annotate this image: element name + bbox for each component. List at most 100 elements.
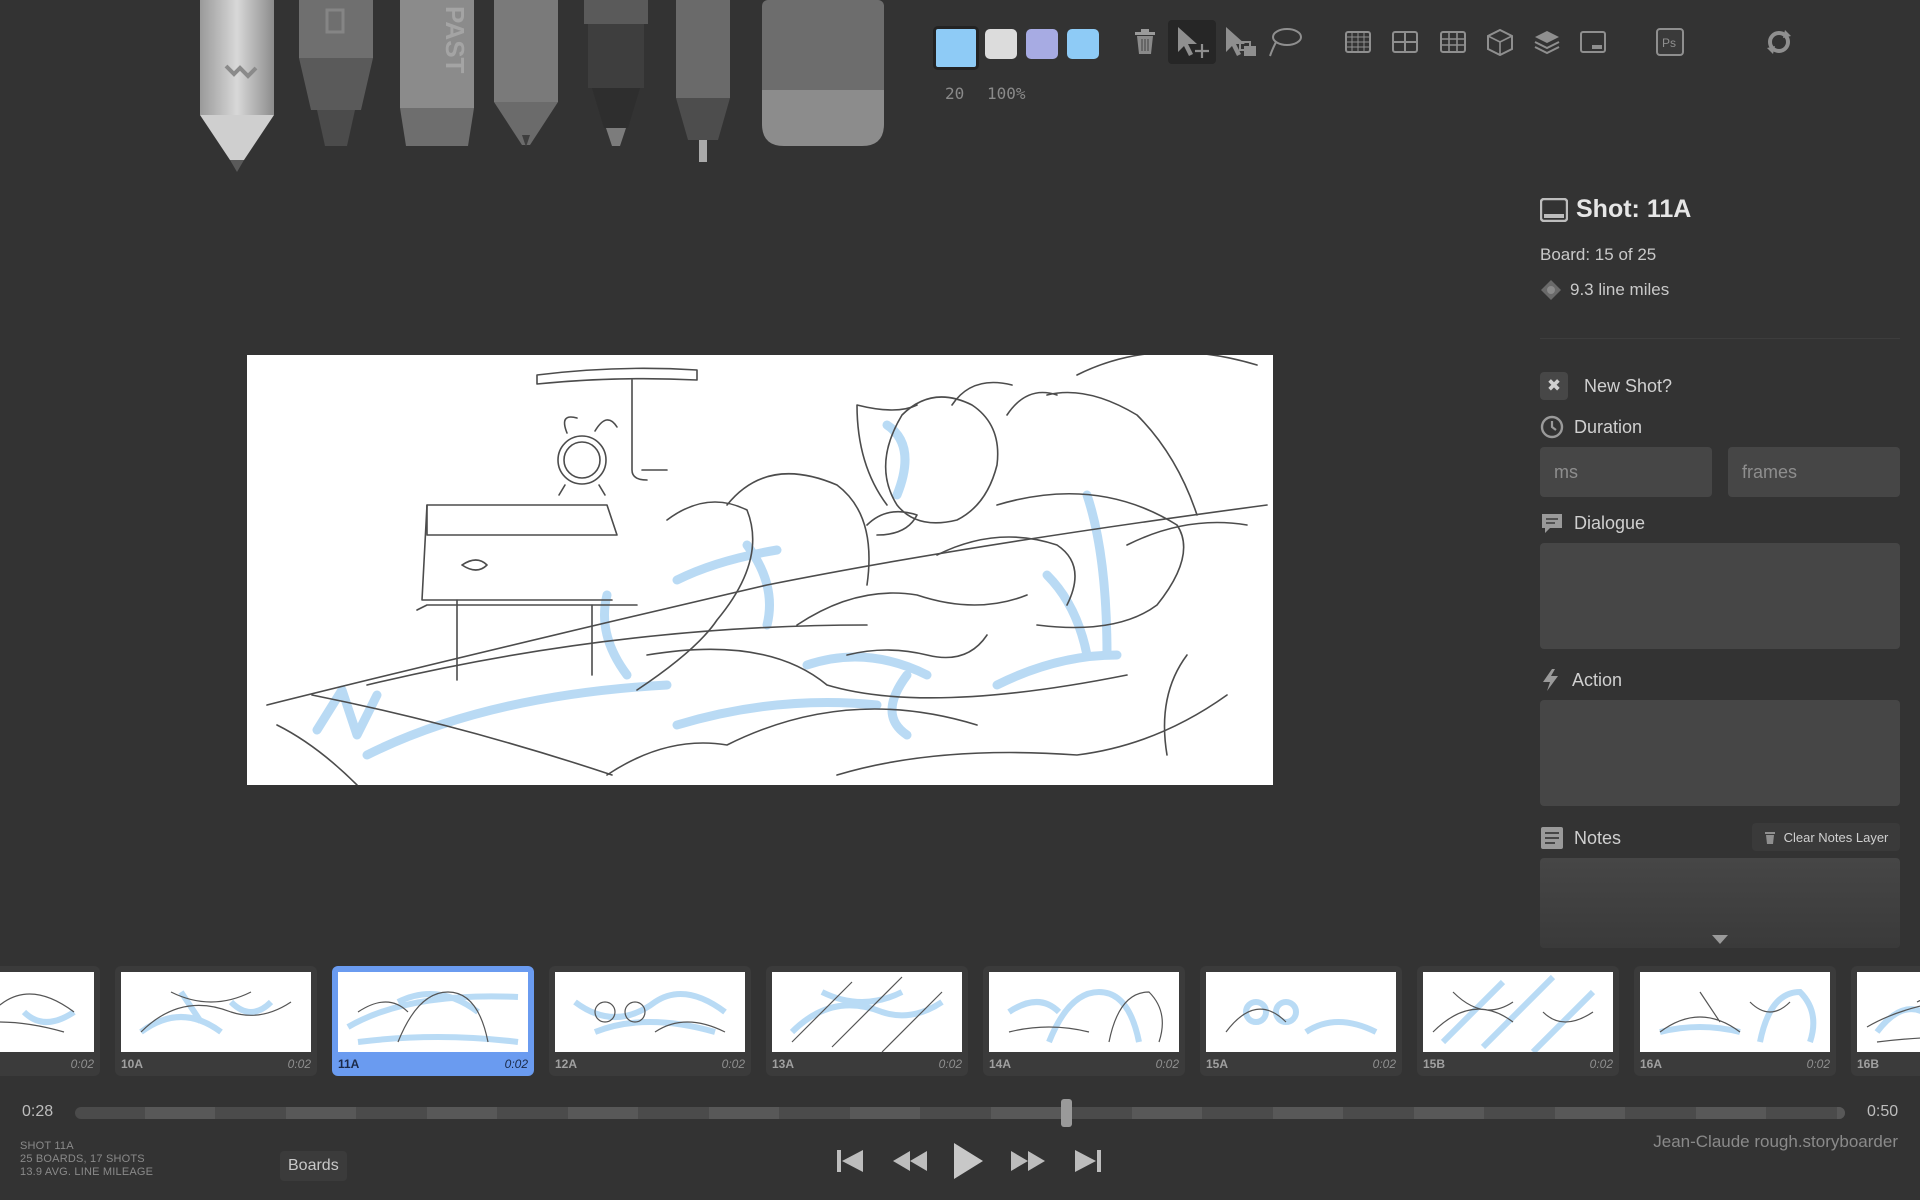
- marker-tool[interactable]: [297, 0, 377, 150]
- speech-bubble-icon: [1542, 514, 1562, 533]
- status-shot: SHOT 11A: [20, 1140, 74, 1152]
- thumbnail-label: 14A: [989, 1057, 1012, 1071]
- thumbnail-image: [1640, 972, 1830, 1052]
- thumbnail-image: [338, 972, 528, 1052]
- timeline-scrubber[interactable]: [75, 1107, 1845, 1119]
- panel-divider: [1540, 338, 1900, 339]
- board-thumbnail[interactable]: 0:02: [0, 966, 100, 1076]
- clock-icon: [1540, 415, 1564, 439]
- swatch-sky-blue[interactable]: [1067, 29, 1099, 59]
- board-thumbnail[interactable]: 16A 0:02: [1634, 966, 1836, 1076]
- lasso-icon[interactable]: [1265, 22, 1305, 62]
- timeline-board-segment: [1555, 1107, 1625, 1119]
- swatch-lavender[interactable]: [1026, 29, 1058, 59]
- perspective-cube-icon[interactable]: [1483, 25, 1517, 59]
- thumbnail-duration: 0:02: [721, 1057, 745, 1071]
- board-thumbnail[interactable]: 15B 0:02: [1417, 966, 1619, 1076]
- thumbnail-label: 12A: [555, 1057, 578, 1071]
- refresh-icon[interactable]: [1762, 25, 1796, 59]
- move-select-icon[interactable]: [1168, 20, 1216, 64]
- thumbnail-label: 11A: [338, 1057, 360, 1071]
- new-shot-label: New Shot?: [1584, 375, 1673, 396]
- duration-ms-input[interactable]: [1540, 447, 1712, 497]
- duration-frames-input[interactable]: [1728, 447, 1900, 497]
- shot-title-text: Shot: 11A: [1576, 195, 1692, 223]
- line-miles-icon: [1541, 280, 1561, 300]
- timeline-board-segment: [1414, 1107, 1484, 1119]
- current-time: 0:28: [22, 1103, 54, 1120]
- action-textarea[interactable]: [1540, 700, 1900, 806]
- clear-notes-layer-button[interactable]: Clear Notes Layer: [1752, 823, 1900, 851]
- board-thumbnail[interactable]: 10A 0:02: [115, 966, 317, 1076]
- duration-label-text: Duration: [1574, 416, 1643, 437]
- onion-skin-layers-icon[interactable]: [1530, 25, 1564, 59]
- board-thumbnail[interactable]: 15A 0:02: [1200, 966, 1402, 1076]
- timeline-playhead[interactable]: [1061, 1099, 1073, 1127]
- notes-label: Notes: [1540, 826, 1621, 850]
- shot-details-panel: Shot: 11A Board: 15 of 25 9.3 line miles…: [1540, 195, 1900, 955]
- timeline-board-segment: [709, 1107, 779, 1119]
- thumbnail-duration: 0:02: [287, 1057, 311, 1071]
- go-to-start-button[interactable]: [828, 1141, 872, 1181]
- notes-icon: [1541, 827, 1563, 849]
- thumbnail-image: [555, 972, 745, 1052]
- thumbnail-duration: 0:02: [504, 1057, 528, 1071]
- duration-label: Duration: [1540, 415, 1642, 439]
- thumbnail-image: [989, 972, 1179, 1052]
- thumbnail-duration: 0:02: [1589, 1057, 1613, 1071]
- thirds-guide-icon[interactable]: [1436, 25, 1470, 59]
- tool-tray: PAST: [190, 0, 900, 180]
- liner-tool[interactable]: [674, 0, 734, 170]
- boards-button[interactable]: Boards: [280, 1151, 347, 1181]
- thumbnail-duration: 0:02: [1155, 1057, 1179, 1071]
- skip-back-icon: [837, 1150, 863, 1172]
- thumbnail-image: [1857, 972, 1920, 1052]
- clear-notes-label: Clear Notes Layer: [1783, 829, 1889, 845]
- action-label-text: Action: [1572, 669, 1623, 690]
- thumbnail-image: [772, 972, 962, 1052]
- board-thumbnail[interactable]: 16B: [1851, 966, 1920, 1076]
- fast-forward-icon: [1011, 1151, 1045, 1171]
- board-thumbnail[interactable]: 12A 0:02: [549, 966, 751, 1076]
- document-filename: Jean-Claude rough.storyboarder: [1653, 1132, 1898, 1151]
- swatch-light-blue[interactable]: [933, 26, 979, 70]
- board-thumbnail[interactable]: 11A 0:02: [332, 966, 534, 1076]
- timeline-board-segment: [145, 1107, 215, 1119]
- eraser-tool[interactable]: [760, 0, 890, 150]
- board-thumbnail-strip[interactable]: 0:02 10A 0:02 11A 0:02 12A 0:02 13A 0:02 14A 0:02 1…: [0, 963, 1920, 1078]
- scroll-down-caret-icon[interactable]: [1712, 935, 1728, 945]
- pen-tool[interactable]: [492, 0, 562, 150]
- go-to-end-button[interactable]: [1066, 1141, 1110, 1181]
- caption-toggle-icon[interactable]: [1576, 25, 1610, 59]
- drawing-canvas[interactable]: [247, 351, 1273, 786]
- thumbnail-duration: 0:02: [1372, 1057, 1396, 1071]
- thumbnail-image: [121, 972, 311, 1052]
- timeline-board-segment: [850, 1107, 920, 1119]
- play-button[interactable]: [946, 1141, 990, 1181]
- new-shot-toggle[interactable]: ✖ New Shot?: [1540, 372, 1672, 400]
- brush-pen-tool[interactable]: [582, 0, 652, 150]
- board-thumbnail[interactable]: 13A 0:02: [766, 966, 968, 1076]
- grid-icon[interactable]: [1341, 25, 1375, 59]
- status-counts: 25 BOARDS, 17 SHOTS: [20, 1153, 145, 1165]
- new-shot-checkbox[interactable]: ✖: [1540, 372, 1568, 400]
- next-board-button[interactable]: [1006, 1141, 1050, 1181]
- thumbnail-image: [1206, 972, 1396, 1052]
- pencil-tool[interactable]: [198, 0, 278, 175]
- trash-icon[interactable]: [1128, 25, 1162, 59]
- scale-select-icon[interactable]: [1218, 20, 1262, 64]
- pastel-tool[interactable]: PAST: [398, 0, 478, 150]
- skip-forward-icon: [1075, 1150, 1101, 1172]
- dialogue-textarea[interactable]: [1540, 543, 1900, 649]
- notes-label-text: Notes: [1574, 827, 1622, 848]
- center-guide-icon[interactable]: [1388, 25, 1422, 59]
- previous-board-button[interactable]: [888, 1141, 932, 1181]
- photoshop-icon[interactable]: Ps: [1653, 25, 1687, 59]
- thumbnail-image: [1423, 972, 1613, 1052]
- swatch-light-gray[interactable]: [985, 29, 1017, 59]
- pastel-label: PAST: [440, 6, 470, 74]
- action-label: Action: [1540, 668, 1622, 692]
- lightning-icon: [1543, 669, 1558, 691]
- brush-size-readout: 20: [945, 84, 965, 103]
- board-thumbnail[interactable]: 14A 0:02: [983, 966, 1185, 1076]
